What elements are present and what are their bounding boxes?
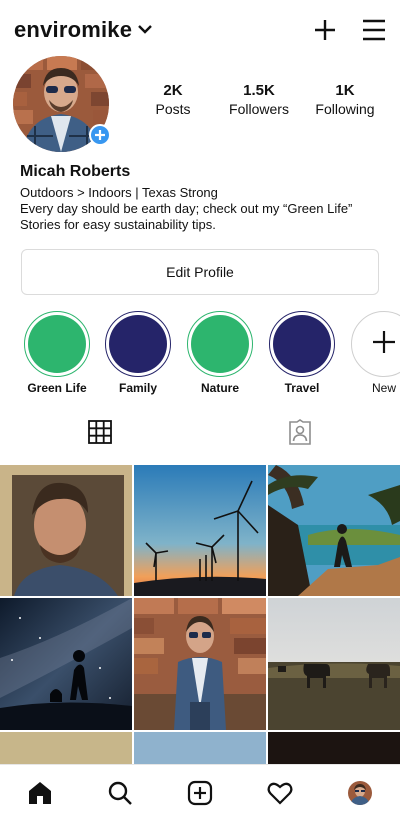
- stat-posts[interactable]: 2K Posts: [130, 82, 216, 117]
- search-icon[interactable]: [95, 768, 145, 818]
- stat-label: Posts: [155, 101, 191, 117]
- stat-value: 2K: [163, 82, 183, 99]
- bio-line: Every day should be earth day; check out…: [20, 201, 353, 216]
- bio-line: Stories for easy sustainability tips.: [20, 217, 216, 232]
- post-thumbnail[interactable]: [0, 465, 132, 596]
- add-story-icon[interactable]: [89, 124, 111, 146]
- plus-icon: [372, 330, 396, 359]
- highlight-label: Nature: [200, 381, 239, 395]
- highlight-ring: [187, 311, 253, 377]
- posts-grid: [0, 465, 400, 765]
- highlight-nature[interactable]: Nature: [187, 311, 253, 395]
- highlight-ring: [269, 311, 335, 377]
- profile-stats: 2K Posts 1.5K Followers 1K Following: [130, 82, 388, 117]
- tab-posts-grid[interactable]: [0, 414, 200, 454]
- stat-label: Followers: [229, 101, 289, 117]
- highlight-label: Travel: [284, 381, 320, 395]
- chevron-down-icon: [138, 21, 153, 39]
- highlight-cover: [28, 315, 86, 373]
- story-highlights: Green Life Family Nature Travel New: [0, 311, 400, 401]
- bottom-nav: [0, 764, 400, 820]
- highlight-ring: [24, 311, 90, 377]
- highlight-family[interactable]: Family: [105, 311, 171, 395]
- menu-icon[interactable]: [362, 19, 386, 41]
- highlight-travel[interactable]: Travel: [269, 311, 335, 395]
- profile-avatar: [348, 780, 372, 805]
- home-icon[interactable]: [15, 768, 65, 818]
- post-thumbnail[interactable]: [0, 732, 132, 765]
- bio: Micah Roberts Outdoors > Indoors | Texas…: [20, 163, 386, 233]
- post-thumbnail[interactable]: [134, 465, 266, 596]
- post-thumbnail[interactable]: [268, 732, 400, 765]
- highlight-label: Family: [118, 381, 157, 395]
- stat-label: Following: [315, 101, 375, 117]
- highlight-ring: [351, 311, 400, 377]
- post-thumbnail[interactable]: [268, 465, 400, 596]
- stat-value: 1.5K: [243, 82, 275, 99]
- account-switcher[interactable]: enviromike: [14, 17, 153, 43]
- highlight-cover: [109, 315, 167, 373]
- post-thumbnail[interactable]: [268, 598, 400, 730]
- highlight-new[interactable]: New: [351, 311, 400, 395]
- stat-value: 1K: [335, 82, 355, 99]
- edit-profile-button[interactable]: Edit Profile: [21, 249, 379, 295]
- highlight-cover: [273, 315, 331, 373]
- profile-picture[interactable]: [13, 56, 111, 152]
- highlight-label: New: [371, 381, 396, 395]
- tagged-icon: [288, 418, 312, 450]
- highlight-green-life[interactable]: Green Life: [24, 311, 90, 395]
- stat-followers[interactable]: 1.5K Followers: [216, 82, 302, 117]
- tab-tagged[interactable]: [200, 414, 400, 454]
- post-thumbnail[interactable]: [0, 598, 132, 730]
- top-bar: enviromike: [14, 14, 386, 46]
- plus-icon[interactable]: [314, 19, 336, 41]
- heart-icon[interactable]: [255, 768, 305, 818]
- highlight-cover: [191, 315, 249, 373]
- display-name: Micah Roberts: [20, 163, 131, 180]
- highlight-ring: [105, 311, 171, 377]
- post-thumbnail[interactable]: [134, 732, 266, 765]
- grid-icon: [88, 419, 112, 449]
- username: enviromike: [14, 17, 133, 42]
- post-thumbnail[interactable]: [134, 598, 266, 730]
- stat-following[interactable]: 1K Following: [302, 82, 388, 117]
- bio-line: Outdoors > Indoors | Texas Strong: [20, 185, 218, 200]
- new-post-icon[interactable]: [175, 768, 225, 818]
- highlight-label: Green Life: [27, 381, 87, 395]
- profile-tabs: [0, 414, 400, 454]
- profile-tab[interactable]: [335, 768, 385, 818]
